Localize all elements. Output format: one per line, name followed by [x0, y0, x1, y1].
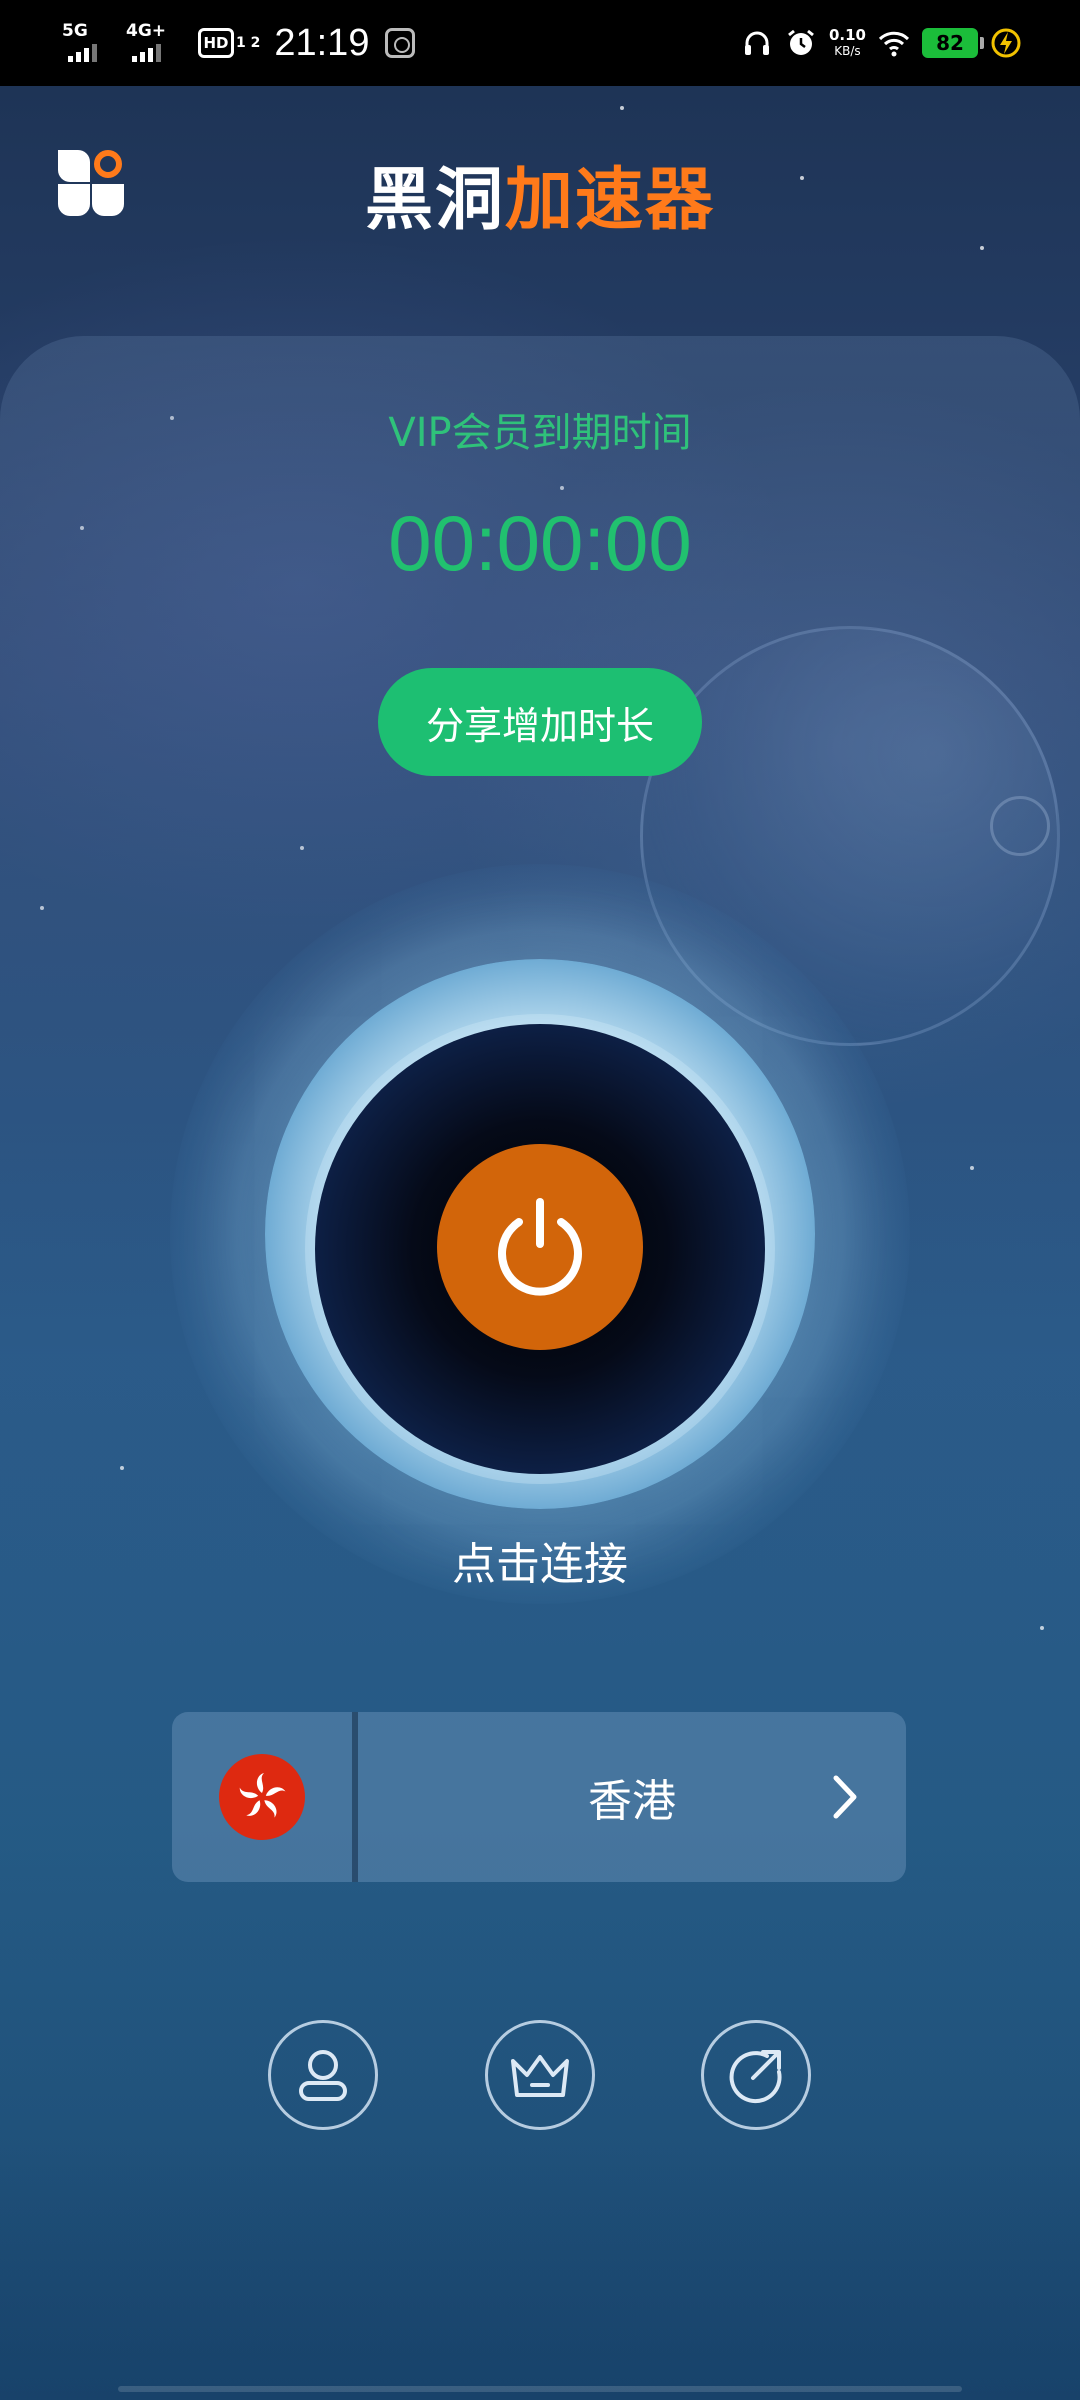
charging-icon	[991, 28, 1021, 58]
vip-expiry-time: 00:00:00	[388, 499, 692, 587]
home-indicator	[118, 2386, 962, 2392]
app-title: 黑洞加速器	[0, 144, 1080, 243]
power-icon	[498, 1198, 582, 1296]
vip-button[interactable]	[485, 2020, 595, 2130]
share-icon	[729, 2050, 782, 2104]
signal-4g-icon: 4G+	[126, 22, 182, 64]
app-title-part2: 加速器	[505, 161, 716, 240]
hd-sub-label: 1 2	[236, 35, 261, 51]
hong-kong-flag-icon	[219, 1754, 305, 1840]
vip-expiry-label: VIP会员到期时间	[388, 410, 692, 456]
wifi-icon	[878, 31, 910, 57]
share-button[interactable]	[701, 2020, 811, 2130]
user-icon	[299, 2050, 347, 2101]
alarm-icon	[788, 29, 814, 55]
status-time: 21:19	[274, 21, 370, 64]
signal-4g-label: 4G+	[126, 21, 167, 41]
headphones-icon	[744, 31, 769, 55]
chevron-right-icon	[833, 1775, 857, 1819]
server-flag-cell	[172, 1712, 358, 1882]
user-profile-button[interactable]	[268, 2020, 378, 2130]
hd-voice-icon: HD	[198, 28, 234, 58]
crown-icon	[511, 2055, 569, 2097]
power-button[interactable]	[437, 1144, 643, 1350]
network-speed-unit: KB/s	[834, 44, 861, 58]
share-extend-button[interactable]: 分享增加时长	[378, 668, 702, 776]
server-selector[interactable]: 香港	[172, 1712, 906, 1882]
notification-app-icon	[385, 28, 416, 58]
server-name: 香港	[588, 1776, 676, 1827]
network-speed: 0.10 KB/s	[829, 27, 866, 59]
signal-5g-label: 5G	[62, 21, 88, 41]
battery-indicator: 82	[922, 28, 984, 58]
server-name-cell: 香港	[358, 1712, 906, 1882]
status-bar: 5G 4G+ HD 1 2 21:19 0.10 KB/s 82	[0, 0, 1080, 86]
signal-5g-icon: 5G	[62, 22, 118, 64]
app-title-part1: 黑洞	[364, 161, 505, 240]
connect-hint: 点击连接	[452, 1539, 628, 1590]
network-speed-value: 0.10	[828, 26, 866, 44]
